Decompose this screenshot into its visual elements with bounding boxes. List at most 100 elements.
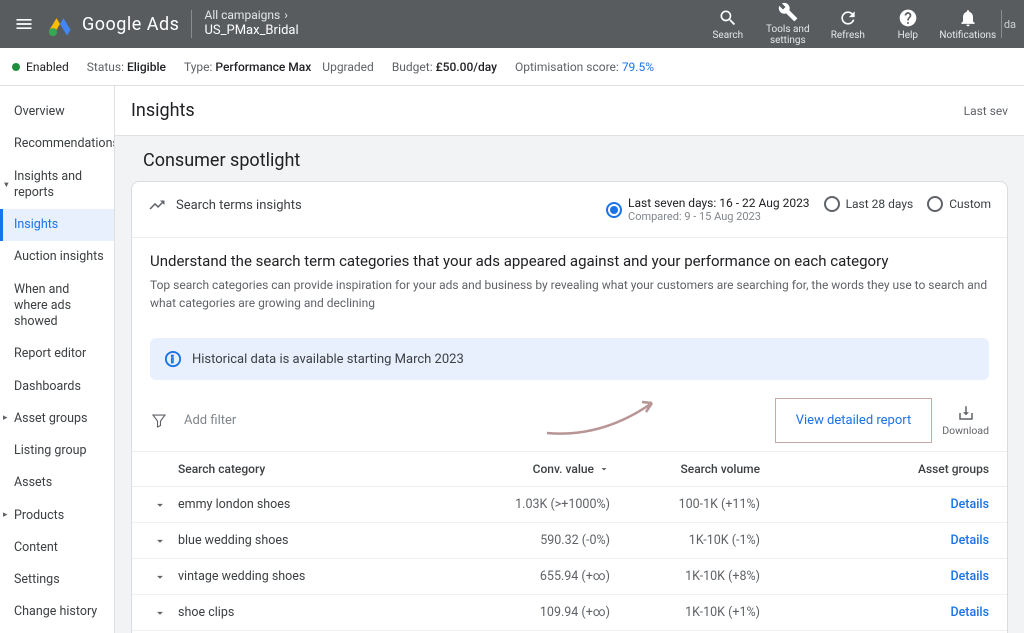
row-category: blue wedding shoes	[170, 533, 480, 548]
add-filter[interactable]: Add filter	[184, 413, 236, 428]
optimisation-score: Optimisation score: 79.5%	[515, 60, 654, 74]
breadcrumb-all: All campaigns	[204, 8, 280, 24]
table-row: blue wedding shoes590.32 (-0%)1K-10K (-1…	[132, 523, 1007, 559]
chevron-down-icon	[153, 570, 167, 584]
row-details-link[interactable]: Details	[760, 605, 989, 620]
content-header: Insights Last sev	[115, 86, 1024, 136]
body-desc: Top search categories can provide inspir…	[150, 276, 989, 312]
wrench-icon	[778, 2, 798, 22]
date-selector-preview[interactable]: Last sev	[964, 104, 1008, 118]
sidebar-item-insights[interactable]: Insights	[0, 209, 114, 241]
sort-desc-icon	[598, 463, 610, 475]
info-banner: Historical data is available starting Ma…	[150, 338, 989, 380]
refresh-button[interactable]: Refresh	[819, 0, 877, 48]
tools-button[interactable]: Tools and settings	[759, 0, 817, 48]
row-details-link[interactable]: Details	[760, 497, 989, 512]
table-row: shoe clips109.94 (+∞)1K-10K (+1%)Details	[132, 595, 1007, 631]
card-header: Search terms insights Last seven days: 1…	[132, 182, 1007, 238]
search-button[interactable]: Search	[699, 0, 757, 48]
sidebar-item-when-where[interactable]: When and where ads showed	[0, 274, 114, 339]
sidebar-item-insights-reports[interactable]: Insights and reports	[0, 161, 114, 210]
table-row: emmy london shoes1.03K (>+1000%)100-1K (…	[132, 487, 1007, 523]
table-row: vintage wedding shoes655.94 (+∞)1K-10K (…	[132, 559, 1007, 595]
expand-row-button[interactable]	[150, 498, 170, 512]
card-title: Search terms insights	[176, 198, 302, 213]
row-search-volume: 1K-10K (-1%)	[610, 533, 760, 548]
sidebar-item-content[interactable]: Content	[0, 532, 114, 564]
breadcrumb[interactable]: All campaigns › US_PMax_Bridal	[204, 8, 298, 40]
download-button[interactable]: Download	[942, 404, 989, 437]
sidebar-item-auction-insights[interactable]: Auction insights	[0, 241, 114, 273]
row-search-volume: 1K-10K (+1%)	[610, 605, 760, 620]
row-details-link[interactable]: Details	[760, 533, 989, 548]
row-search-volume: 1K-10K (+8%)	[610, 569, 760, 584]
notifications-button[interactable]: Notifications	[939, 0, 997, 48]
campaign-type: Type: Performance Max Upgraded	[184, 60, 374, 74]
sidebar-item-overview[interactable]: Overview	[0, 96, 114, 128]
bell-icon	[958, 8, 978, 28]
budget: Budget: £50.00/day	[392, 60, 497, 74]
row-conv-value: 655.94 (+∞)	[480, 569, 610, 584]
col-category[interactable]: Search category	[150, 462, 480, 476]
help-button[interactable]: Help	[879, 0, 937, 48]
expand-row-button[interactable]	[150, 534, 170, 548]
ads-logo-icon	[46, 10, 74, 38]
col-asset-groups[interactable]: Asset groups	[760, 462, 989, 476]
content-area: Insights Last sev Consumer spotlight Sea…	[115, 86, 1024, 633]
download-icon	[957, 404, 975, 422]
separator	[191, 10, 192, 38]
card-body: Understand the search term categories th…	[132, 238, 1007, 326]
view-detailed-report-link[interactable]: View detailed report	[775, 398, 933, 443]
sidebar-item-settings[interactable]: Settings	[0, 564, 114, 596]
chevron-down-icon	[153, 498, 167, 512]
sidebar-suggested-label: Suggested	[0, 629, 114, 633]
menu-button[interactable]	[6, 6, 42, 42]
row-conv-value: 109.94 (+∞)	[480, 605, 610, 620]
sidebar-item-report-editor[interactable]: Report editor	[0, 338, 114, 370]
section-title: Consumer spotlight	[115, 136, 1024, 181]
sidebar-item-listing-group[interactable]: Listing group	[0, 435, 114, 467]
row-search-volume: 100-1K (+11%)	[610, 497, 760, 512]
sidebar-item-products[interactable]: Products	[0, 500, 114, 532]
body-title: Understand the search term categories th…	[150, 252, 989, 270]
expand-row-button[interactable]	[150, 606, 170, 620]
chevron-down-icon	[153, 606, 167, 620]
row-category: vintage wedding shoes	[170, 569, 480, 584]
page-title: Insights	[131, 100, 195, 121]
sidebar-item-asset-groups[interactable]: Asset groups	[0, 403, 114, 435]
date-range-28days[interactable]: Last 28 days	[824, 196, 914, 212]
date-range-custom[interactable]: Custom	[927, 196, 991, 212]
filter-row: Add filter View detailed report Download	[132, 392, 1007, 451]
chevron-right-icon: ›	[284, 8, 288, 24]
header-overflow: da	[1001, 10, 1018, 38]
row-category: shoe clips	[170, 605, 480, 620]
top-header: Google Ads All campaigns › US_PMax_Brida…	[0, 0, 1024, 48]
sidebar-item-change-history[interactable]: Change history	[0, 596, 114, 628]
info-icon	[164, 350, 182, 368]
sidebar-item-recommendations[interactable]: Recommendations	[0, 128, 114, 160]
sidebar-item-assets[interactable]: Assets	[0, 467, 114, 499]
sidebar-item-dashboards[interactable]: Dashboards	[0, 371, 114, 403]
date-range-7days[interactable]: Last seven days: 16 - 22 Aug 2023 Compar…	[606, 196, 810, 223]
status-dot-icon	[12, 63, 20, 71]
table-header: Search category Conv. value Search volum…	[132, 451, 1007, 487]
hamburger-icon	[14, 14, 34, 34]
row-details-link[interactable]: Details	[760, 569, 989, 584]
col-conv-value[interactable]: Conv. value	[480, 462, 610, 476]
brand-logo[interactable]: Google Ads	[46, 10, 179, 38]
trend-icon	[148, 196, 166, 214]
sidebar: Overview Recommendations Insights and re…	[0, 86, 115, 633]
expand-row-button[interactable]	[150, 570, 170, 584]
status-eligible: Status: Eligible	[87, 60, 166, 74]
annotation-arrow-icon	[542, 388, 662, 438]
header-actions: Search Tools and settings Refresh Help N…	[699, 0, 997, 48]
row-conv-value: 590.32 (-0%)	[480, 533, 610, 548]
row-category: emmy london shoes	[170, 497, 480, 512]
refresh-icon	[838, 8, 858, 28]
breadcrumb-campaign: US_PMax_Bridal	[204, 23, 298, 40]
search-icon	[718, 8, 738, 28]
status-enabled[interactable]: Enabled	[12, 60, 69, 74]
brand-text: Google Ads	[82, 14, 179, 35]
col-search-volume[interactable]: Search volume	[610, 462, 760, 476]
status-bar: Enabled Status: Eligible Type: Performan…	[0, 48, 1024, 86]
